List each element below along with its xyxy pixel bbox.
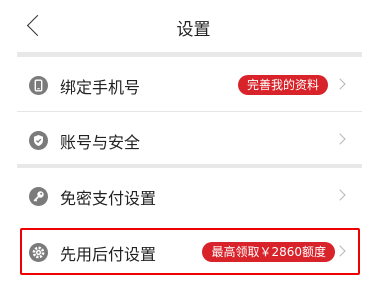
row-label: 免密支付设置 xyxy=(60,189,157,208)
settings-row-account-security[interactable]: 账号与安全 xyxy=(17,112,362,168)
key-icon xyxy=(29,187,48,206)
chevron-right-icon xyxy=(334,78,346,90)
highlight-frame xyxy=(20,228,360,275)
top-bar: 设置 xyxy=(0,0,387,52)
chevron-right-icon xyxy=(334,133,346,145)
shield-icon xyxy=(29,131,48,150)
complete-profile-badge[interactable]: 完善我的资料 xyxy=(237,75,328,95)
chevron-right-icon xyxy=(334,189,346,201)
row-label: 绑定手机号 xyxy=(60,78,141,97)
settings-row-password-free-payment[interactable]: 免密支付设置 xyxy=(17,168,362,224)
page-title: 设置 xyxy=(176,20,211,40)
row-label: 账号与安全 xyxy=(60,133,141,152)
phone-icon xyxy=(29,76,48,95)
settings-row-bind-phone[interactable]: 绑定手机号 完善我的资料 xyxy=(17,57,362,113)
